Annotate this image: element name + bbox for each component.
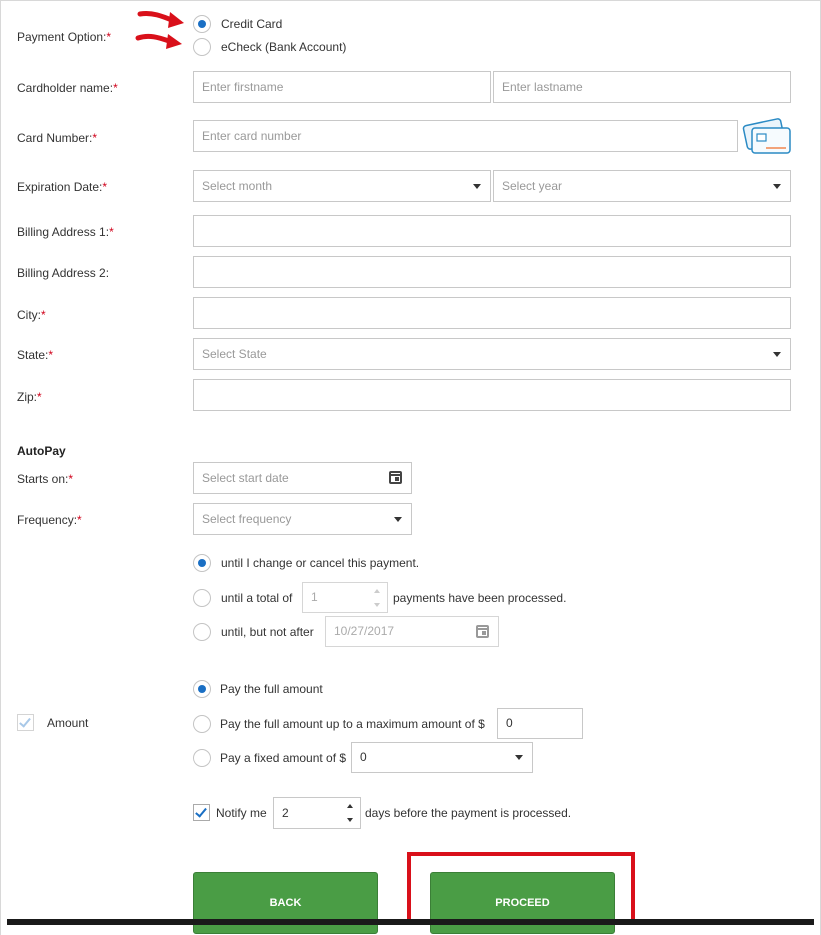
year-select-value: Select year [502, 179, 563, 193]
lastname-input[interactable]: Enter lastname [493, 71, 791, 103]
pay-fixed-text: Pay a fixed amount of $ [220, 751, 347, 765]
autopay-heading: AutoPay [17, 444, 66, 458]
firstname-input[interactable]: Enter firstname [193, 71, 491, 103]
pay-full-radio[interactable] [193, 680, 211, 698]
calendar-icon[interactable] [476, 625, 489, 638]
credit-card-icon [742, 118, 791, 154]
chevron-down-icon [773, 184, 781, 189]
echeck-radio[interactable] [193, 38, 211, 56]
chevron-down-icon [473, 184, 481, 189]
pay-max-text: Pay the full amount up to a maximum amou… [220, 717, 485, 731]
annotation-arrows [135, 11, 184, 49]
until-date-value: 10/27/2017 [334, 624, 395, 638]
amount-checkbox[interactable] [17, 714, 34, 731]
month-select-value: Select month [202, 179, 273, 193]
notify-days-stepper[interactable]: 2 [273, 797, 361, 829]
notify-checkbox[interactable] [193, 804, 210, 821]
chevron-down-icon [515, 755, 523, 760]
state-label: State:* [17, 348, 54, 362]
calendar-icon[interactable] [389, 471, 402, 484]
notify-days-value: 2 [282, 806, 289, 820]
until-date-radio[interactable] [193, 623, 211, 641]
state-select[interactable]: Select State [193, 338, 791, 370]
pay-fixed-radio[interactable] [193, 749, 211, 767]
fixed-amount-select[interactable]: 0 [351, 742, 533, 773]
stepper-arrows-icon[interactable] [346, 802, 354, 824]
state-select-value: Select State [202, 347, 267, 361]
until-date-input[interactable]: 10/27/2017 [325, 616, 499, 647]
frequency-select[interactable]: Select frequency [193, 503, 412, 535]
starts-on-label: Starts on:* [17, 472, 74, 486]
until-total-suffix: payments have been processed. [393, 591, 567, 605]
pay-full-text: Pay the full amount [220, 682, 323, 696]
until-change-radio[interactable] [193, 554, 211, 572]
total-payments-stepper[interactable]: 1 [302, 582, 388, 613]
payment-option-label: Payment Option:* [17, 30, 112, 44]
bottom-bar [7, 919, 814, 925]
card-number-input[interactable]: Enter card number [193, 120, 738, 152]
credit-card-radio[interactable] [193, 15, 211, 33]
cardholder-name-label: Cardholder name:* [17, 81, 118, 95]
billing-address-1-input[interactable] [193, 215, 791, 247]
expiration-date-label: Expiration Date:* [17, 180, 108, 194]
chevron-down-icon [394, 517, 402, 522]
credit-card-option-text: Credit Card [221, 17, 283, 31]
year-select[interactable]: Select year [493, 170, 791, 202]
billing-address-2-input[interactable] [193, 256, 791, 288]
amount-label: Amount [47, 716, 89, 730]
month-select[interactable]: Select month [193, 170, 491, 202]
start-date-input[interactable]: Select start date [193, 462, 412, 494]
billing-address-2-label: Billing Address 2: [17, 266, 110, 280]
until-change-text: until I change or cancel this payment. [221, 556, 420, 570]
pay-max-radio[interactable] [193, 715, 211, 733]
city-input[interactable] [193, 297, 791, 329]
notify-suffix: days before the payment is processed. [365, 806, 572, 820]
frequency-select-value: Select frequency [202, 512, 292, 526]
chevron-down-icon [773, 352, 781, 357]
card-number-label: Card Number:* [17, 131, 98, 145]
zip-input[interactable] [193, 379, 791, 411]
total-payments-value: 1 [311, 590, 318, 604]
until-total-prefix: until a total of [221, 591, 293, 605]
start-date-value: Select start date [202, 471, 289, 485]
billing-address-1-label: Billing Address 1:* [17, 225, 114, 239]
stepper-arrows-icon[interactable] [373, 587, 381, 609]
zip-label: Zip:* [17, 390, 42, 404]
city-label: City:* [17, 308, 46, 322]
until-date-prefix: until, but not after [221, 625, 314, 639]
echeck-option-text: eCheck (Bank Account) [221, 40, 347, 54]
fixed-amount-value: 0 [360, 750, 367, 764]
max-amount-input[interactable]: 0 [497, 708, 583, 739]
until-total-radio[interactable] [193, 589, 211, 607]
checkmark-icon [19, 715, 31, 728]
checkmark-icon [195, 805, 207, 818]
notify-prefix: Notify me [216, 806, 267, 820]
frequency-label: Frequency:* [17, 513, 82, 527]
